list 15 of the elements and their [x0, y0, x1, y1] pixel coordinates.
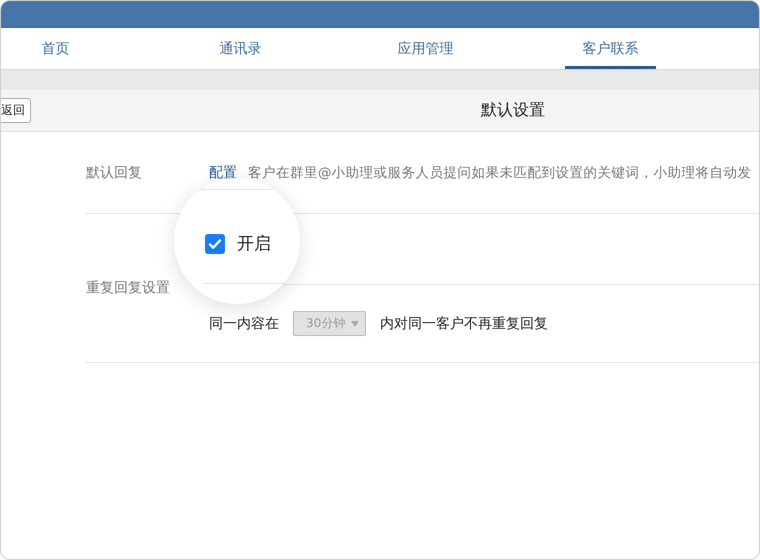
nav-tab[interactable]: 客户联系 [518, 28, 703, 69]
config-link[interactable]: 配置 [209, 164, 237, 182]
page-title: 默认设置 [481, 100, 545, 121]
caret-icon [351, 320, 359, 326]
nav-tab[interactable]: 应用管理 [333, 28, 518, 69]
nav-tab[interactable]: 通讯录 [148, 28, 333, 69]
back-button[interactable]: 返回 [1, 98, 31, 123]
setting-label: 默认回复 [86, 164, 143, 182]
checkbox-label: 开启 [237, 233, 271, 255]
description-text: 客户在群里@小助理或服务人员提问如果未匹配到设置的关键词，小助理将自动发 [248, 164, 752, 182]
rule-text: 同一内容在 [209, 314, 279, 332]
nav-tab[interactable]: 首页 [1, 28, 148, 69]
checkbox[interactable] [205, 234, 225, 254]
rule-text: 内对同一客户不再重复回复 [380, 314, 548, 332]
setting-label: 重复回复设置 [86, 279, 171, 298]
